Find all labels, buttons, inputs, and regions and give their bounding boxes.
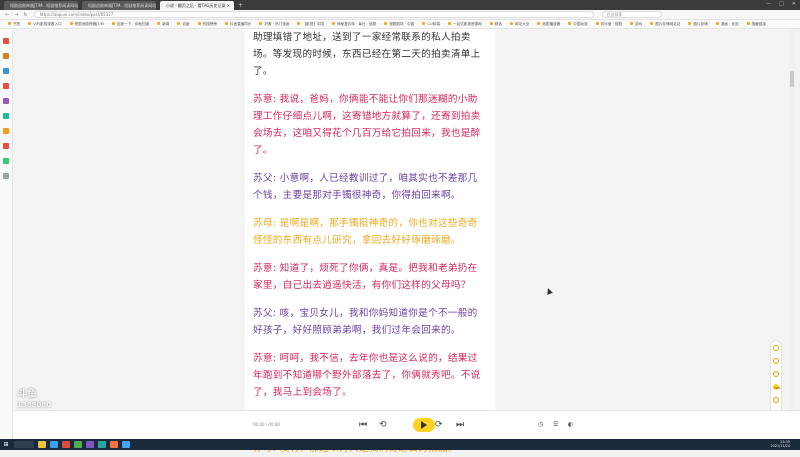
settings-icon[interactable] xyxy=(3,173,9,179)
story-paragraph: 苏意: 呵呵，我不信，去年你也是这么说的，结果过年跑到不知道哪个野外部落去了，你… xyxy=(253,353,481,398)
note-icon[interactable] xyxy=(3,98,9,104)
bookmark-item[interactable]: 【影视】中国 xyxy=(297,22,324,27)
forward-arrow-icon[interactable]: → xyxy=(14,12,18,18)
game-icon[interactable] xyxy=(3,128,9,134)
bookmark-item[interactable]: CLI前端 xyxy=(422,22,440,27)
maximize-icon[interactable]: □ xyxy=(779,1,784,7)
bookmark-item[interactable]: 网址大全 xyxy=(510,22,529,27)
url-input[interactable]: https://aiqiuxi.com/index/post/65327 xyxy=(33,11,594,18)
volume-icon[interactable]: ◐ xyxy=(568,420,573,430)
watermark-logo: 斗鱼 xyxy=(17,389,37,400)
app-icon[interactable] xyxy=(62,441,70,448)
audio-player: 00:00 / 00:00 ⏮ ⟲ ⟳ ⏭ ◷ ☰ ◐ xyxy=(13,410,800,439)
taskbar-clock[interactable]: 23:39 2021/11/24 xyxy=(770,440,790,448)
back-arrow-icon[interactable]: ← xyxy=(5,12,9,18)
history-icon[interactable] xyxy=(3,53,9,59)
file-explorer-icon[interactable] xyxy=(38,441,46,448)
story-paragraph: 苏意: 我说，爸妈，你俩能不能让你们那迷糊的小助理工作仔细点儿啊，这寄错地方就算… xyxy=(253,94,481,156)
browser-tab-strip: 短剧追剧神器JT/M...短剧推荐阅读网站 短剧追剧神器JT/M...短剧推荐阅… xyxy=(0,0,800,10)
play-icon xyxy=(421,421,427,429)
app-icon[interactable] xyxy=(110,441,118,448)
os-taskbar: ⊞ 23:39 2021/11/24 xyxy=(0,439,800,450)
story-paragraph: 苏父: 咳，宝贝女儿，我和你妈知道你是个不一般的好孩子，好好照顾弟弟啊，我们过年… xyxy=(253,308,478,336)
bookmark-item[interactable]: 抖音直播同步 xyxy=(225,22,252,27)
page-viewport: 助理填错了地址，送到了一家经常联系的私人拍卖场。等发现的时候，东西已经在第二天的… xyxy=(13,29,795,454)
forward-icon[interactable]: ⟳ xyxy=(435,420,443,430)
bookmark-item[interactable]: 图片存储 xyxy=(688,22,707,27)
translate-icon[interactable] xyxy=(3,113,9,119)
bookmark-item[interactable]: 百度一下，你就知道 xyxy=(112,22,149,27)
story-paragraph: 苏父: 小意啊，人已经教训过了，咱其实也不差那几个钱，主要是那对手镯很神奇，你得… xyxy=(253,173,478,201)
taskbar-search[interactable] xyxy=(14,441,34,448)
app-icon[interactable] xyxy=(86,441,94,448)
stream-watermark: 斗鱼 1388080 xyxy=(17,389,51,411)
scroll-up-icon[interactable] xyxy=(773,345,779,351)
bookmark-item[interactable]: 搜藏链接 xyxy=(747,22,766,27)
browser-icon[interactable] xyxy=(50,441,58,448)
list-icon[interactable]: ☰ xyxy=(553,420,558,430)
zoom-level-button[interactable]: 70% xyxy=(773,384,781,390)
app-icon[interactable] xyxy=(98,441,106,448)
play-button[interactable] xyxy=(413,418,435,432)
browser-sidebar xyxy=(0,29,13,439)
browser-tab[interactable]: 短剧追剧神器JT/M...短剧推荐阅读网站 xyxy=(82,1,156,10)
bookmark-item[interactable]: 好看 · 热门漫画 xyxy=(259,22,289,27)
bookmark-item[interactable]: 漫画 · 优选 xyxy=(716,22,739,27)
bookmark-item[interactable]: VIP/影视观看入口 xyxy=(28,22,61,27)
scrollbar-thumb[interactable] xyxy=(790,71,794,87)
comment-icon[interactable] xyxy=(773,358,779,364)
address-bar-row: ← → ↻ https://aiqiuxi.com/index/post/653… xyxy=(0,10,800,20)
tools-icon[interactable] xyxy=(3,158,9,164)
new-tab-button[interactable]: + xyxy=(238,1,243,10)
bookmark-item[interactable]: 百度 xyxy=(177,22,189,27)
playback-time: 00:00 / 00:00 xyxy=(253,422,280,427)
video-icon[interactable] xyxy=(3,83,9,89)
story-content: 助理填错了地址，送到了一家经常联系的私人拍卖场。等发现的时候，东西已经在第二天的… xyxy=(245,29,495,454)
bookmark-item[interactable]: 漫剧剧场 · 中国 xyxy=(384,22,414,27)
bookmark-item[interactable]: 中国动漫 xyxy=(568,22,587,27)
bookmark-item[interactable]: 书签 xyxy=(8,22,20,27)
bookmark-item[interactable]: 神秘复苏传 · 每日 · 追剧 xyxy=(332,22,376,27)
bookmarks-bar: 书签 VIP/影视观看入口 短剧追剧神器JT/M 百度一下，你就知道 新闻 百度 热搜榜榜 抖… xyxy=(0,20,800,29)
browser-tab[interactable]: 短剧追剧神器JT/M...短剧推荐阅读网站 xyxy=(4,1,78,10)
music-icon[interactable] xyxy=(3,143,9,149)
bookmark-item[interactable]: 新闻 xyxy=(157,22,169,27)
app-icon[interactable] xyxy=(122,441,130,448)
close-icon[interactable]: ✕ xyxy=(792,1,796,7)
download-icon[interactable] xyxy=(3,68,9,74)
wechat-icon[interactable] xyxy=(74,441,82,448)
bookmark-item[interactable]: 追剧播放器 xyxy=(537,22,560,27)
search-input[interactable]: 在此搜索 xyxy=(601,11,662,18)
minimize-icon[interactable]: — xyxy=(766,1,771,7)
rewind-icon[interactable]: ⟲ xyxy=(379,420,387,430)
reload-icon[interactable]: ↻ xyxy=(23,12,27,18)
story-paragraph: 苏意: 知道了，烦死了你俩，真是。把我和老弟扔在家里，自己出去逍遥快活，有你们这… xyxy=(253,263,478,291)
bookmark-item[interactable]: 同乐营 · 搜剧 xyxy=(596,22,622,27)
start-icon[interactable]: ⊞ xyxy=(0,439,12,450)
settings-icon[interactable] xyxy=(773,397,779,403)
bookmark-item[interactable]: 游戏 xyxy=(630,22,642,27)
timer-icon[interactable]: ◷ xyxy=(538,420,543,430)
bookmark-item[interactable]: 精选 xyxy=(490,22,502,27)
bookmark-item[interactable]: 图片存储网址站 xyxy=(650,22,680,27)
story-paragraph: 苏母: 是啊是啊，那手镯挺神奇的，你也对这些奇奇怪怪的东西有点儿研究，拿回去好好… xyxy=(253,218,478,246)
page-scrollbar[interactable] xyxy=(789,29,795,410)
browser-tab-active[interactable]: 小说 · 翻页之后 · 看TAG历史记录 × xyxy=(160,1,234,10)
next-icon[interactable]: ⏭ xyxy=(456,420,464,430)
story-paragraph: 助理填错了地址，送到了一家经常联系的私人拍卖场。等发现的时候，东西已经在第二天的… xyxy=(253,32,481,77)
bookmark-item[interactable]: 热搜榜榜 xyxy=(198,22,217,27)
window-controls: — □ ✕ xyxy=(766,1,796,7)
bookmark-item[interactable]: 短剧追剧神器JT/M xyxy=(70,22,104,27)
bookmark-icon[interactable] xyxy=(773,371,779,377)
clock-date: 2021/11/24 xyxy=(770,444,790,448)
favorites-icon[interactable] xyxy=(3,38,9,44)
previous-icon[interactable]: ⏮ xyxy=(359,420,367,430)
bookmark-item[interactable]: 一站式影视资源网 xyxy=(448,22,482,27)
